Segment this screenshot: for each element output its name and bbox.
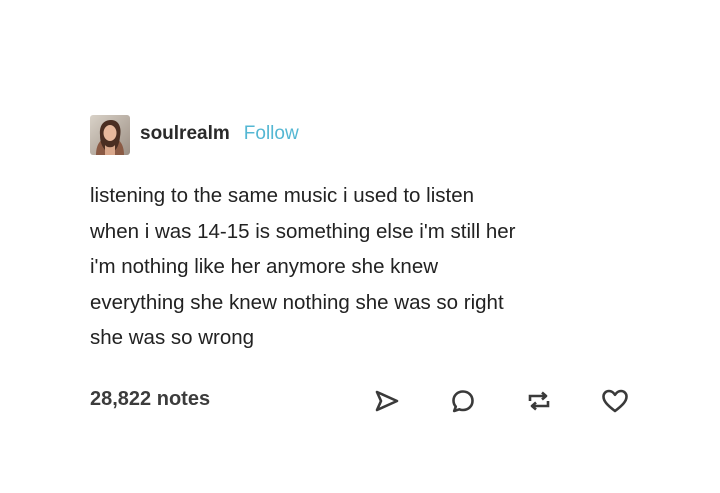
- reblog-icon: [528, 391, 550, 411]
- post-text-line: listening to the same music i used to li…: [90, 184, 474, 207]
- like-button[interactable]: [598, 385, 632, 417]
- notes-count[interactable]: 28,822 notes: [90, 388, 210, 411]
- post-text-line: when i was 14-15 is something else i'm s…: [90, 219, 516, 243]
- heart-icon: [602, 389, 628, 413]
- post-text-line: everything she knew nothing she was so r…: [90, 290, 504, 314]
- reblog-button[interactable]: [522, 385, 556, 417]
- post-body: listening to the same music i used to li…: [90, 178, 650, 356]
- follow-button[interactable]: Follow: [244, 123, 299, 145]
- post-text-line: i'm nothing like her anymore she knew: [90, 255, 439, 278]
- post-actions: [370, 385, 632, 417]
- post-header: soulrealm Follow: [90, 113, 299, 157]
- share-icon: [375, 390, 399, 412]
- username[interactable]: soulrealm: [140, 123, 230, 145]
- reply-button[interactable]: [446, 385, 480, 417]
- avatar[interactable]: [90, 115, 130, 155]
- post-text-line: she was so wrong: [90, 326, 255, 349]
- user-avatar-icon: [90, 115, 130, 155]
- reply-icon: [452, 390, 474, 413]
- share-button[interactable]: [370, 385, 404, 417]
